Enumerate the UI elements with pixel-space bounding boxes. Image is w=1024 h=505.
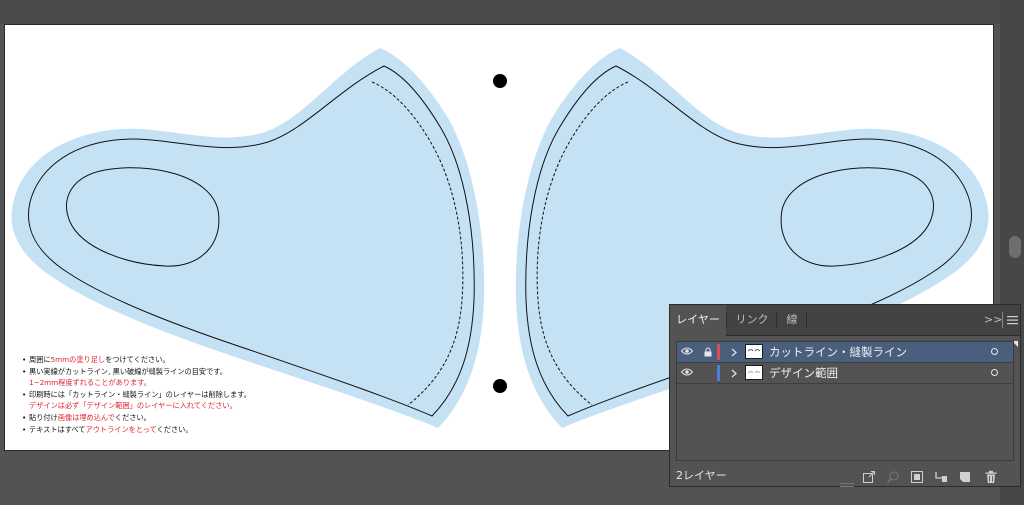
note-text: 黒い実線がカットライン, 黒い破線が縫製ラインの目安です。	[29, 366, 227, 376]
tab-separator	[776, 312, 777, 328]
tab-separator	[1002, 312, 1003, 328]
collapse-panel-button[interactable]: >>	[984, 305, 1002, 335]
tab-separator	[726, 312, 727, 328]
note-line: デザインは必ず「デザイン範囲」のレイヤーに入れてください。	[22, 400, 352, 412]
bullet-icon: •	[22, 355, 27, 364]
locate-object-icon[interactable]	[886, 469, 900, 483]
bullet-icon: •	[22, 412, 27, 422]
note-emphasis: 1~2mm程度ずれることがあります。	[29, 378, 151, 388]
layer-row-design-area[interactable]: デザイン範囲	[677, 363, 1013, 383]
registration-dot-bottom	[493, 379, 507, 393]
note-line: • 周囲に5mmの塗り足しをつけてください。	[22, 354, 352, 366]
note-line: • 黒い実線がカットライン, 黒い破線が縫製ラインの目安です。	[22, 366, 352, 378]
chevron-right-icon[interactable]	[729, 342, 739, 362]
export-icon[interactable]	[862, 469, 876, 483]
instruction-notes: • 周囲に5mmの塗り足しをつけてください。 • 黒い実線がカットライン, 黒い破線が…	[22, 354, 352, 435]
lock-icon[interactable]	[701, 342, 715, 362]
note-text: ください。	[156, 424, 193, 434]
eye-icon[interactable]	[679, 363, 695, 383]
layers-panel: レイヤー リンク 線 >> カットライン・縫製ライン デザイン範囲 2レイヤー	[669, 304, 1021, 487]
note-line: • テキストはすべてアウトラインをとってください。	[22, 424, 352, 436]
new-sublayer-icon[interactable]	[934, 469, 948, 483]
layer-thumbnail	[745, 365, 763, 380]
tab-links[interactable]: リンク	[728, 305, 776, 335]
layer-name[interactable]: カットライン・縫製ライン	[769, 342, 907, 362]
layer-row-cut-sewing-line[interactable]: カットライン・縫製ライン	[677, 342, 1013, 362]
note-text: をつけてください。	[105, 355, 170, 364]
note-line: • 貼り付け画像は埋め込んでください。	[22, 412, 352, 424]
layer-count: 2レイヤー	[676, 469, 727, 482]
note-text: 貼り付け	[29, 412, 58, 422]
target-circle-icon[interactable]	[991, 348, 998, 355]
note-emphasis: 5mmの塗り足し	[50, 355, 106, 364]
note-emphasis: アウトラインをとって	[85, 424, 157, 434]
delete-icon[interactable]	[984, 469, 998, 483]
panel-resize-grip[interactable]	[840, 483, 854, 487]
layer-color-bar	[717, 365, 720, 381]
note-line: 1~2mm程度ずれることがあります。	[22, 377, 352, 389]
note-line: • 印刷時には「カットライン・縫製ライン」のレイヤーは削除します。	[22, 389, 352, 401]
note-emphasis: 画像は埋め込んで	[57, 412, 115, 422]
vertical-scrollbar-thumb[interactable]	[1009, 236, 1021, 258]
eye-icon[interactable]	[679, 342, 695, 362]
chevron-right-icon[interactable]	[729, 363, 739, 383]
tab-separator	[806, 312, 807, 328]
tab-layers[interactable]: レイヤー	[670, 305, 726, 336]
panel-tab-bar: レイヤー リンク 線 >>	[670, 305, 1020, 336]
layer-name[interactable]: デザイン範囲	[769, 363, 838, 383]
tab-stroke[interactable]: 線	[778, 305, 806, 335]
layers-list: カットライン・縫製ライン デザイン範囲	[676, 341, 1014, 461]
registration-dot-top	[493, 74, 507, 88]
note-text: 周囲に	[29, 355, 51, 364]
note-text: テキストはすべて	[29, 424, 86, 434]
note-emphasis: デザインは必ず「デザイン範囲」のレイヤーに入れてください。	[29, 401, 237, 411]
bullet-icon: •	[22, 389, 27, 399]
layer-color-bar	[717, 344, 720, 360]
hamburger-menu-icon[interactable]	[1007, 305, 1018, 335]
row-divider	[677, 383, 1013, 384]
bullet-icon: •	[22, 366, 27, 376]
clipping-mask-icon[interactable]	[910, 469, 924, 483]
layer-thumbnail	[745, 344, 763, 359]
note-text: ください。	[114, 412, 151, 422]
new-layer-icon[interactable]	[958, 469, 972, 483]
target-circle-icon[interactable]	[991, 369, 998, 376]
bullet-icon: •	[22, 424, 27, 434]
note-text: 印刷時には「カットライン・縫製ライン」のレイヤーは削除します。	[29, 389, 251, 399]
